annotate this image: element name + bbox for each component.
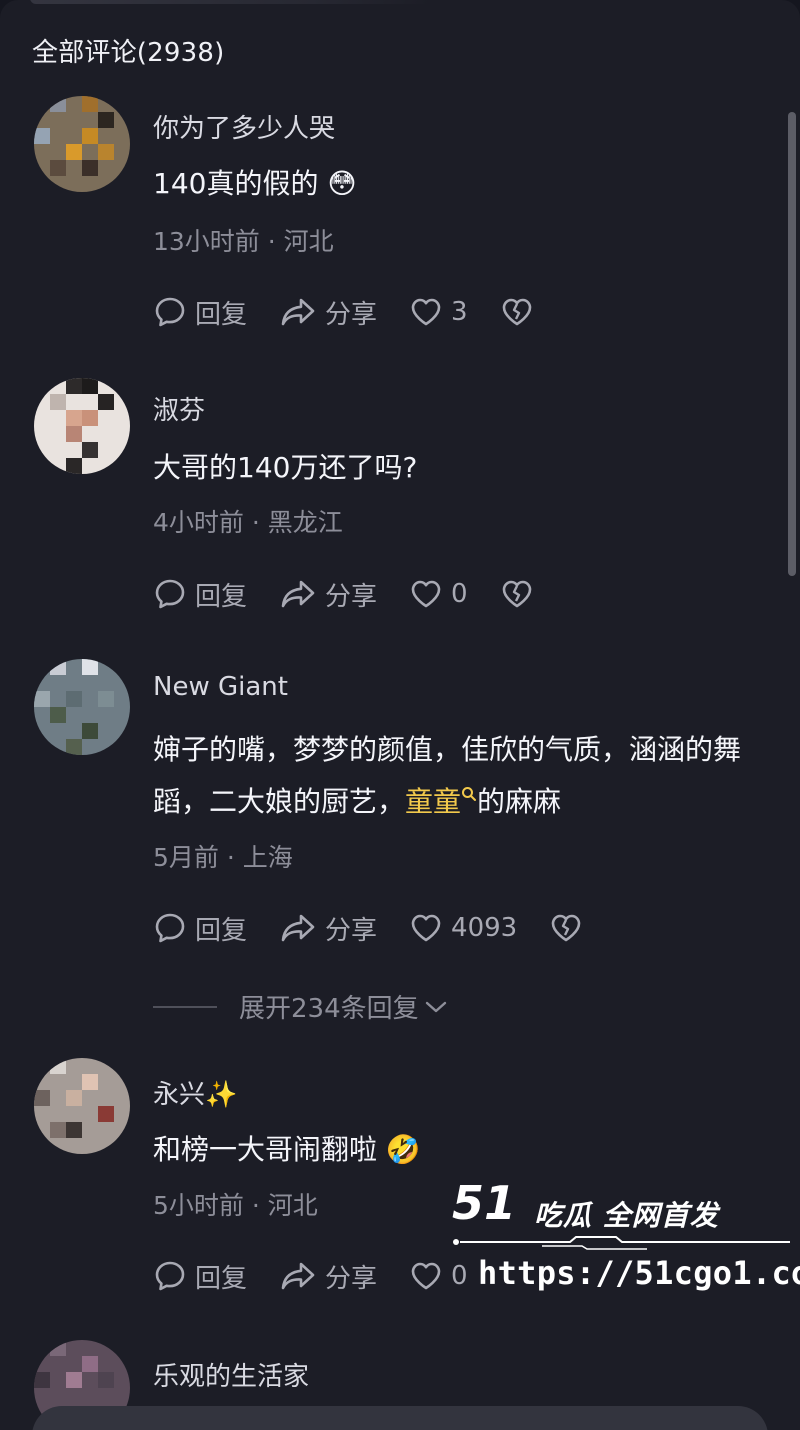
comment-username[interactable]: 你为了多少人哭: [153, 108, 335, 145]
reply-button[interactable]: 回复: [153, 576, 247, 613]
share-button[interactable]: 分享: [279, 1258, 377, 1295]
broken-heart-icon: [502, 580, 531, 608]
like-count: 4093: [451, 913, 518, 943]
avatar[interactable]: [34, 659, 130, 755]
like-button[interactable]: 3: [409, 295, 468, 329]
share-label: 分享: [325, 915, 378, 946]
comment-input-bar[interactable]: [32, 1406, 768, 1430]
like-button[interactable]: 4093: [409, 911, 517, 945]
reply-label: 回复: [195, 1263, 248, 1294]
comment-text: 和榜一大哥闹翻啦 🤣: [153, 1124, 763, 1176]
comment-text-tail: 的麻麻: [477, 785, 562, 818]
comment-text: 140真的假的 😳: [153, 158, 763, 210]
avatar[interactable]: [34, 96, 130, 192]
comment-meta: 13小时前 · 河北: [153, 227, 334, 256]
dislike-button[interactable]: [549, 911, 583, 945]
avatar[interactable]: [34, 1058, 130, 1154]
comment-username[interactable]: 永兴✨: [153, 1074, 237, 1111]
comment-bubble-icon: [155, 913, 185, 943]
comment-actions: 回复 分享 3: [153, 292, 566, 332]
share-button[interactable]: 分享: [279, 294, 377, 331]
expand-replies-label: 展开234条回复: [239, 994, 419, 1024]
share-label: 分享: [325, 1263, 378, 1294]
share-arrow-icon: [281, 914, 315, 942]
comment-meta: 5小时前 · 河北: [153, 1191, 318, 1220]
comment-text-body: 和榜一大哥闹翻啦: [153, 1133, 386, 1166]
watermark-circuit-lines: [453, 1236, 790, 1250]
share-arrow-icon: [281, 580, 315, 608]
heart-icon: [411, 914, 441, 942]
comments-header: 全部评论(2938): [32, 38, 225, 68]
reply-label: 回复: [195, 581, 248, 612]
reply-button[interactable]: 回复: [153, 910, 247, 947]
expand-replies-button[interactable]: 展开234条回复: [153, 988, 449, 1025]
comment-actions: 回复 分享 4093: [153, 908, 615, 948]
like-count: 0: [451, 579, 468, 609]
emoji-flushed: 😳: [327, 167, 357, 200]
comment-bubble-icon: [155, 579, 185, 609]
share-label: 分享: [325, 581, 378, 612]
broken-heart-icon: [551, 914, 581, 942]
comment-text-body: 140真的假的: [153, 167, 328, 200]
watermark: 51 吃瓜 全网首发 https://51cgo1.com: [452, 1176, 800, 1296]
comment-meta: 5月前 · 上海: [153, 843, 293, 872]
comments-panel: 全部评论(2938) 你为了多少人哭 140真的假的 😳 13小时前 · 河北 …: [0, 0, 800, 1430]
comment-actions: 回复 分享 0: [153, 574, 566, 614]
reply-label: 回复: [195, 299, 248, 330]
broken-heart-icon: [502, 298, 531, 326]
top-edge-content: [30, 0, 430, 4]
avatar[interactable]: [34, 378, 130, 474]
emoji-laughing: 🤣: [385, 1133, 421, 1166]
comment-username[interactable]: 乐观的生活家: [153, 1356, 309, 1393]
comment-username[interactable]: New Giant: [153, 672, 288, 702]
share-button[interactable]: 分享: [279, 576, 377, 613]
comment-text: 婶子的嘴，梦梦的颜值，佳欣的气质，涵涵的舞蹈，二大娘的厨艺，童童 的麻麻: [153, 724, 763, 828]
divider-line: [153, 1005, 217, 1008]
reply-button[interactable]: 回复: [153, 294, 247, 331]
share-arrow-icon: [281, 298, 315, 326]
share-label: 分享: [325, 299, 378, 330]
search-keyword-link[interactable]: 童童: [405, 785, 461, 818]
like-button[interactable]: 0: [409, 577, 468, 611]
comment-username[interactable]: 淑芬: [153, 390, 205, 427]
comment-bubble-icon: [155, 1261, 185, 1291]
heart-icon: [411, 298, 441, 326]
share-arrow-icon: [281, 1262, 315, 1290]
username-text: 永兴: [153, 1080, 206, 1110]
sparkle-emoji: ✨: [205, 1080, 238, 1110]
dislike-button[interactable]: [500, 295, 534, 329]
heart-icon: [411, 580, 441, 608]
like-count: 3: [451, 297, 468, 327]
share-button[interactable]: 分享: [279, 910, 377, 947]
chevron-down-icon: [425, 1001, 446, 1012]
comment-actions: 回复 分享 0: [153, 1256, 500, 1296]
comment-meta: 4小时前 · 黑龙江: [153, 508, 343, 537]
comment-bubble-icon: [155, 297, 185, 327]
reply-label: 回复: [195, 915, 248, 946]
search-icon[interactable]: [461, 786, 477, 802]
watermark-url: https://51cgo1.com: [478, 1254, 800, 1292]
watermark-number: 51: [452, 1176, 517, 1230]
watermark-title: 吃瓜 全网首发: [534, 1199, 719, 1232]
scrollbar[interactable]: [788, 112, 796, 576]
dislike-button[interactable]: [500, 577, 534, 611]
comment-text: 大哥的140万还了吗?: [153, 451, 418, 484]
heart-icon: [411, 1262, 441, 1290]
reply-button[interactable]: 回复: [153, 1258, 247, 1295]
